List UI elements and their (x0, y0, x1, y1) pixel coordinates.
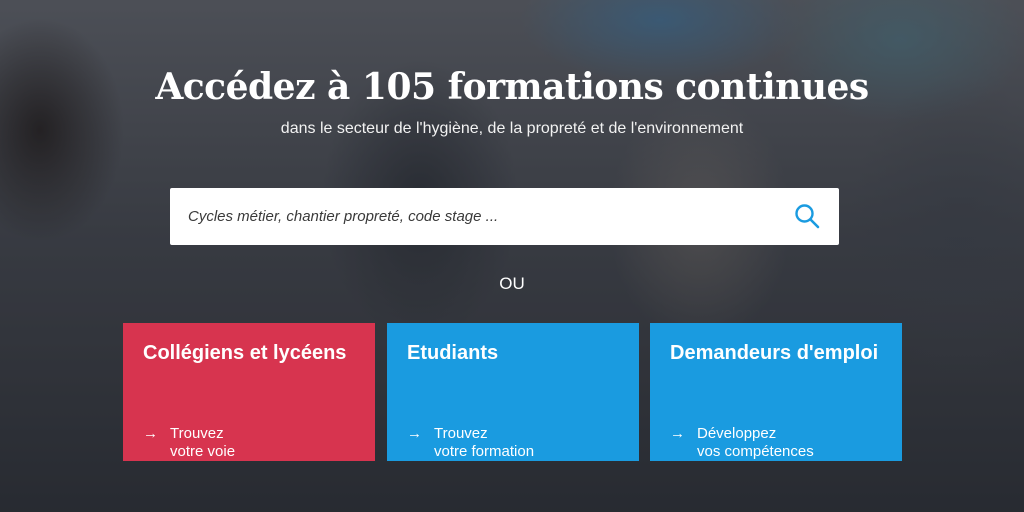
card-link-line1: Trouvez (170, 425, 224, 442)
arrow-right-icon: → (670, 425, 685, 442)
card-link-line1: Développez (697, 425, 777, 442)
search-button[interactable] (793, 202, 821, 230)
card-title: Demandeurs d'emploi (670, 342, 879, 364)
card-collegiens-lyceens[interactable]: Collégiens et lycéens → Trouvez votre vo… (123, 323, 375, 461)
card-link-line2: votre formation (434, 443, 535, 460)
card-link[interactable]: → Trouvez votre formation (407, 425, 619, 461)
or-separator: OU (499, 274, 525, 293)
hero-title: Accédez à 105 formations continues (155, 66, 869, 108)
search-bar (170, 188, 839, 245)
card-etudiants[interactable]: Etudiants → Trouvez votre formation (387, 323, 639, 461)
arrow-right-icon: → (143, 425, 158, 442)
arrow-right-icon: → (407, 425, 422, 442)
card-link-line2: vos compétences (697, 443, 814, 460)
search-input[interactable] (188, 196, 778, 237)
card-demandeurs-emploi[interactable]: Demandeurs d'emploi → Développez vos com… (650, 323, 902, 461)
search-icon (795, 204, 820, 229)
card-link-line2: votre voie (170, 443, 236, 460)
card-title: Etudiants (407, 342, 499, 364)
card-title: Collégiens et lycéens (143, 342, 347, 364)
card-link-line1: Trouvez (434, 425, 488, 442)
card-link[interactable]: → Développez vos compétences (670, 425, 882, 461)
card-link[interactable]: → Trouvez votre voie (143, 425, 355, 461)
hero-subtitle: dans le secteur de l'hygiène, de la prop… (280, 120, 744, 137)
